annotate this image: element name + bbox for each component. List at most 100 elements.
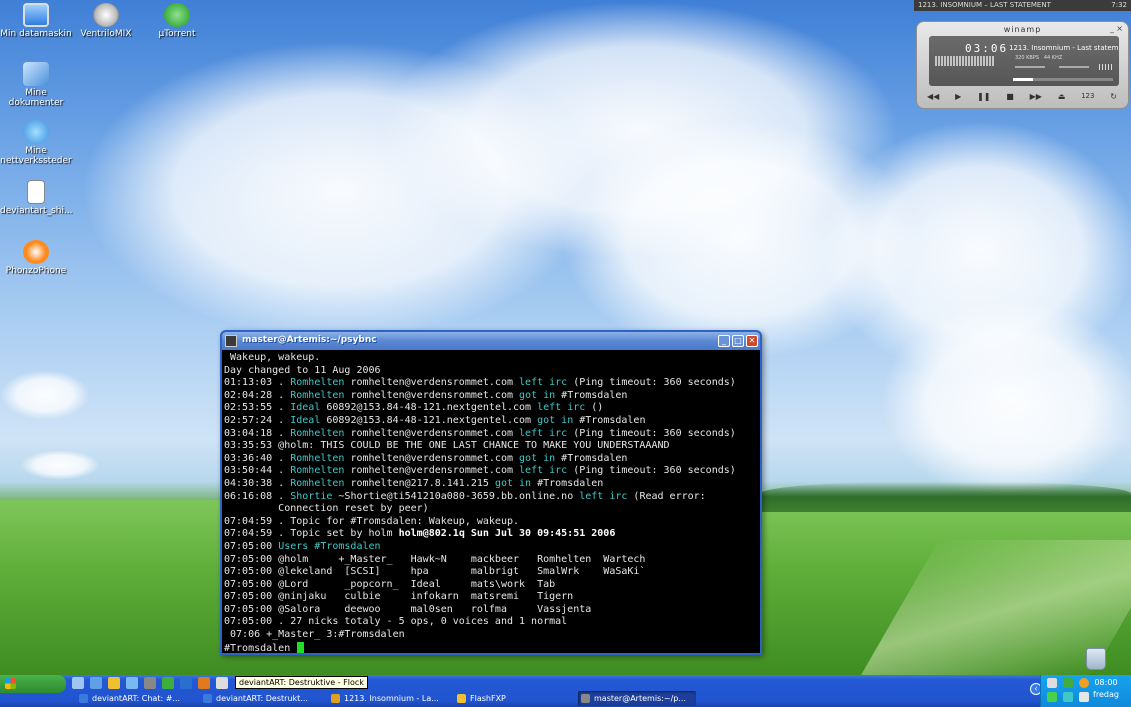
terminal-line: Day changed to 11 Aug 2006 (224, 364, 381, 376)
winamp-bitrate: 320 KBPS 44 KHZ (1015, 55, 1063, 61)
volume-slider[interactable] (1015, 66, 1045, 68)
maximize-button[interactable]: □ (732, 335, 744, 347)
eject-icon[interactable]: ⏏ (1058, 92, 1066, 101)
ventrilo-icon (93, 3, 119, 27)
terminal-line: 02:57:24 . Ideal 60892@153.84-48-121.nex… (224, 414, 646, 426)
winamp-strip-time: 7:32 (1111, 1, 1127, 9)
winamp-title-strip: 1213. INSOMNIUM – LAST STATEMENT 7:32 (914, 0, 1131, 11)
putty-terminal-icon (581, 694, 590, 703)
desktop-icon-phonzophone[interactable]: PhonzoPhone (0, 240, 72, 276)
clock-time: 08:00 (1094, 678, 1118, 687)
winamp-display: 03:06 1213. Insomnium - Last statem 320 … (929, 36, 1119, 86)
desktop-icon-label: deviantart_shi... (0, 206, 73, 216)
quicklaunch-app-icon[interactable] (180, 677, 192, 689)
quicklaunch-app-icon[interactable] (144, 677, 156, 689)
eq-icon[interactable] (1099, 64, 1113, 70)
terminal-line: 01:13:03 . Romhelten romhelten@verdensro… (224, 377, 736, 389)
terminal-line: 03:36:40 . Romhelten romhelten@verdensro… (224, 452, 628, 464)
tray-app-icon[interactable] (1047, 678, 1057, 688)
terminal-line: 07:05:00 @lekeland [SCSI] hpa malbrigt S… (224, 566, 646, 578)
desktop-icon-my-documents[interactable]: Mine dokumenter (0, 62, 72, 108)
desktop-icon-label: VentriloMIX (80, 29, 132, 39)
documents-folder-icon (23, 62, 49, 86)
taskbar-tooltip: deviantART: Destruktive - Flock (235, 676, 368, 689)
desktop-icon-ventrilomix[interactable]: VentriloMIX (70, 3, 142, 39)
terminal-title-bar[interactable]: master@Artemis:~/psybnc _ □ ✕ (222, 332, 760, 350)
terminal-line: 03:04:18 . Romhelten romhelten@verdensro… (224, 427, 736, 439)
windows-logo-icon (5, 678, 16, 689)
taskbar-button-destruktive[interactable]: deviantART: Destrukt... (200, 691, 318, 706)
track-number: 123 (1081, 92, 1095, 100)
close-button[interactable]: ✕ (746, 335, 758, 347)
winamp-player[interactable]: winamp _ × 03:06 1213. Insomnium - Last … (916, 21, 1129, 109)
taskbar-clock[interactable]: 08:00 fredag (1088, 677, 1124, 701)
quicklaunch-app-icon[interactable] (198, 677, 210, 689)
tray-app-icon[interactable] (1063, 678, 1073, 688)
taskbar-button-chat[interactable]: deviantART: Chat: #... (76, 691, 190, 706)
play-icon[interactable]: ▶ (955, 92, 961, 101)
computer-icon (23, 3, 49, 27)
terminal-line: 03:50:44 . Romhelten romhelten@verdensro… (224, 465, 736, 477)
balance-slider[interactable] (1059, 66, 1089, 68)
terminal-line: 07:04:59 . Topic set by holm holm@802.1q… (224, 528, 616, 540)
previous-icon[interactable]: ◀◀ (927, 92, 939, 101)
seek-bar[interactable] (1013, 78, 1113, 81)
task-label: deviantART: Destrukt... (216, 694, 308, 703)
terminal-line: 03:35:53 @holm: THIS COULD BE THE ONE LA… (224, 440, 670, 452)
clock-day: fredag (1093, 690, 1119, 699)
terminal-title: master@Artemis:~/psybnc (242, 335, 377, 345)
quicklaunch-app-icon[interactable] (216, 677, 228, 689)
start-button[interactable] (0, 675, 66, 693)
terminal-window[interactable]: master@Artemis:~/psybnc _ □ ✕ Wakeup, wa… (220, 330, 762, 655)
flashfxp-icon (457, 694, 466, 703)
terminal-line: 02:53:55 . Ideal 60892@153.84-48-121.nex… (224, 402, 604, 414)
terminal-prompt[interactable]: #Tromsdalen (224, 641, 760, 654)
desktop-icon-text-file[interactable]: deviantart_shi... (0, 180, 73, 216)
terminal-line: Connection reset by peer) (224, 503, 429, 515)
minimize-icon[interactable]: _ (1110, 24, 1114, 33)
desktop-icon-my-computer[interactable]: Min datamaskin (0, 3, 72, 39)
visualizer (935, 56, 995, 66)
desktop-icon-utorrent[interactable]: µTorrent (141, 3, 213, 39)
task-label: 1213. Insomnium - La... (344, 694, 439, 703)
winamp-time: 03:06 (965, 42, 1009, 55)
tray-app-icon[interactable] (1063, 692, 1073, 702)
utorrent-icon (164, 3, 190, 27)
pause-icon[interactable]: ❚❚ (977, 92, 990, 101)
taskbar-button-winamp[interactable]: 1213. Insomnium - La... (328, 691, 442, 706)
terminal-line: 02:04:28 . Romhelten romhelten@verdensro… (224, 389, 628, 401)
terminal-line: 07:05:00 . 27 nicks totaly - 5 ops, 0 vo… (224, 616, 568, 628)
quicklaunch-app-icon[interactable] (90, 677, 102, 689)
flock-browser-icon (203, 694, 212, 703)
terminal-output[interactable]: Wakeup, wakeup. Day changed to 11 Aug 200… (224, 352, 760, 654)
winamp-controls: ◀◀ ▶ ❚❚ ■ ▶▶ ⏏ 123 ↻ (927, 92, 1117, 101)
terminal-cursor (297, 641, 305, 653)
repeat-icon[interactable]: ↻ (1110, 92, 1117, 101)
winamp-strip-title: 1213. INSOMNIUM – LAST STATEMENT (918, 1, 1051, 9)
terminal-line: 06:16:08 . Shortie ~Shortie@ti541210a080… (224, 490, 706, 502)
terminal-line: 07:05:00 @ninjaku culbie infokarn matsre… (224, 591, 574, 603)
desktop-icon-label: PhonzoPhone (5, 266, 67, 276)
phone-app-icon (23, 240, 49, 264)
task-label: deviantART: Chat: #... (92, 694, 181, 703)
recycle-bin-icon[interactable] (1086, 648, 1106, 670)
quicklaunch-app-icon[interactable] (108, 677, 120, 689)
flock-browser-icon (79, 694, 88, 703)
taskbar-button-flashfxp[interactable]: FlashFXP (454, 691, 568, 706)
desktop-icon-label: µTorrent (158, 29, 196, 39)
desktop-icon-network-places[interactable]: Mine nettverkssteder (0, 120, 72, 166)
putty-terminal-icon (225, 335, 237, 347)
taskbar-button-terminal[interactable]: master@Artemis:~/p... (578, 691, 696, 706)
minimize-button[interactable]: _ (718, 335, 730, 347)
tray-app-icon[interactable] (1047, 692, 1057, 702)
terminal-line: 07:06 +_Master_ 3:#Tromsdalen (224, 629, 405, 641)
terminal-line: 07:05:00 @holm +_Master_ Hawk~N mackbeer… (224, 553, 646, 565)
quicklaunch-app-icon[interactable] (162, 677, 174, 689)
next-icon[interactable]: ▶▶ (1030, 92, 1042, 101)
stop-icon[interactable]: ■ (1006, 92, 1014, 101)
close-icon[interactable]: × (1116, 24, 1123, 33)
quicklaunch-app-icon[interactable] (126, 677, 138, 689)
terminal-line: 07:05:00 @Salora deewoo mal0sen rolfma V… (224, 603, 592, 615)
show-desktop-icon[interactable] (72, 677, 84, 689)
winamp-title: winamp (1003, 25, 1042, 34)
